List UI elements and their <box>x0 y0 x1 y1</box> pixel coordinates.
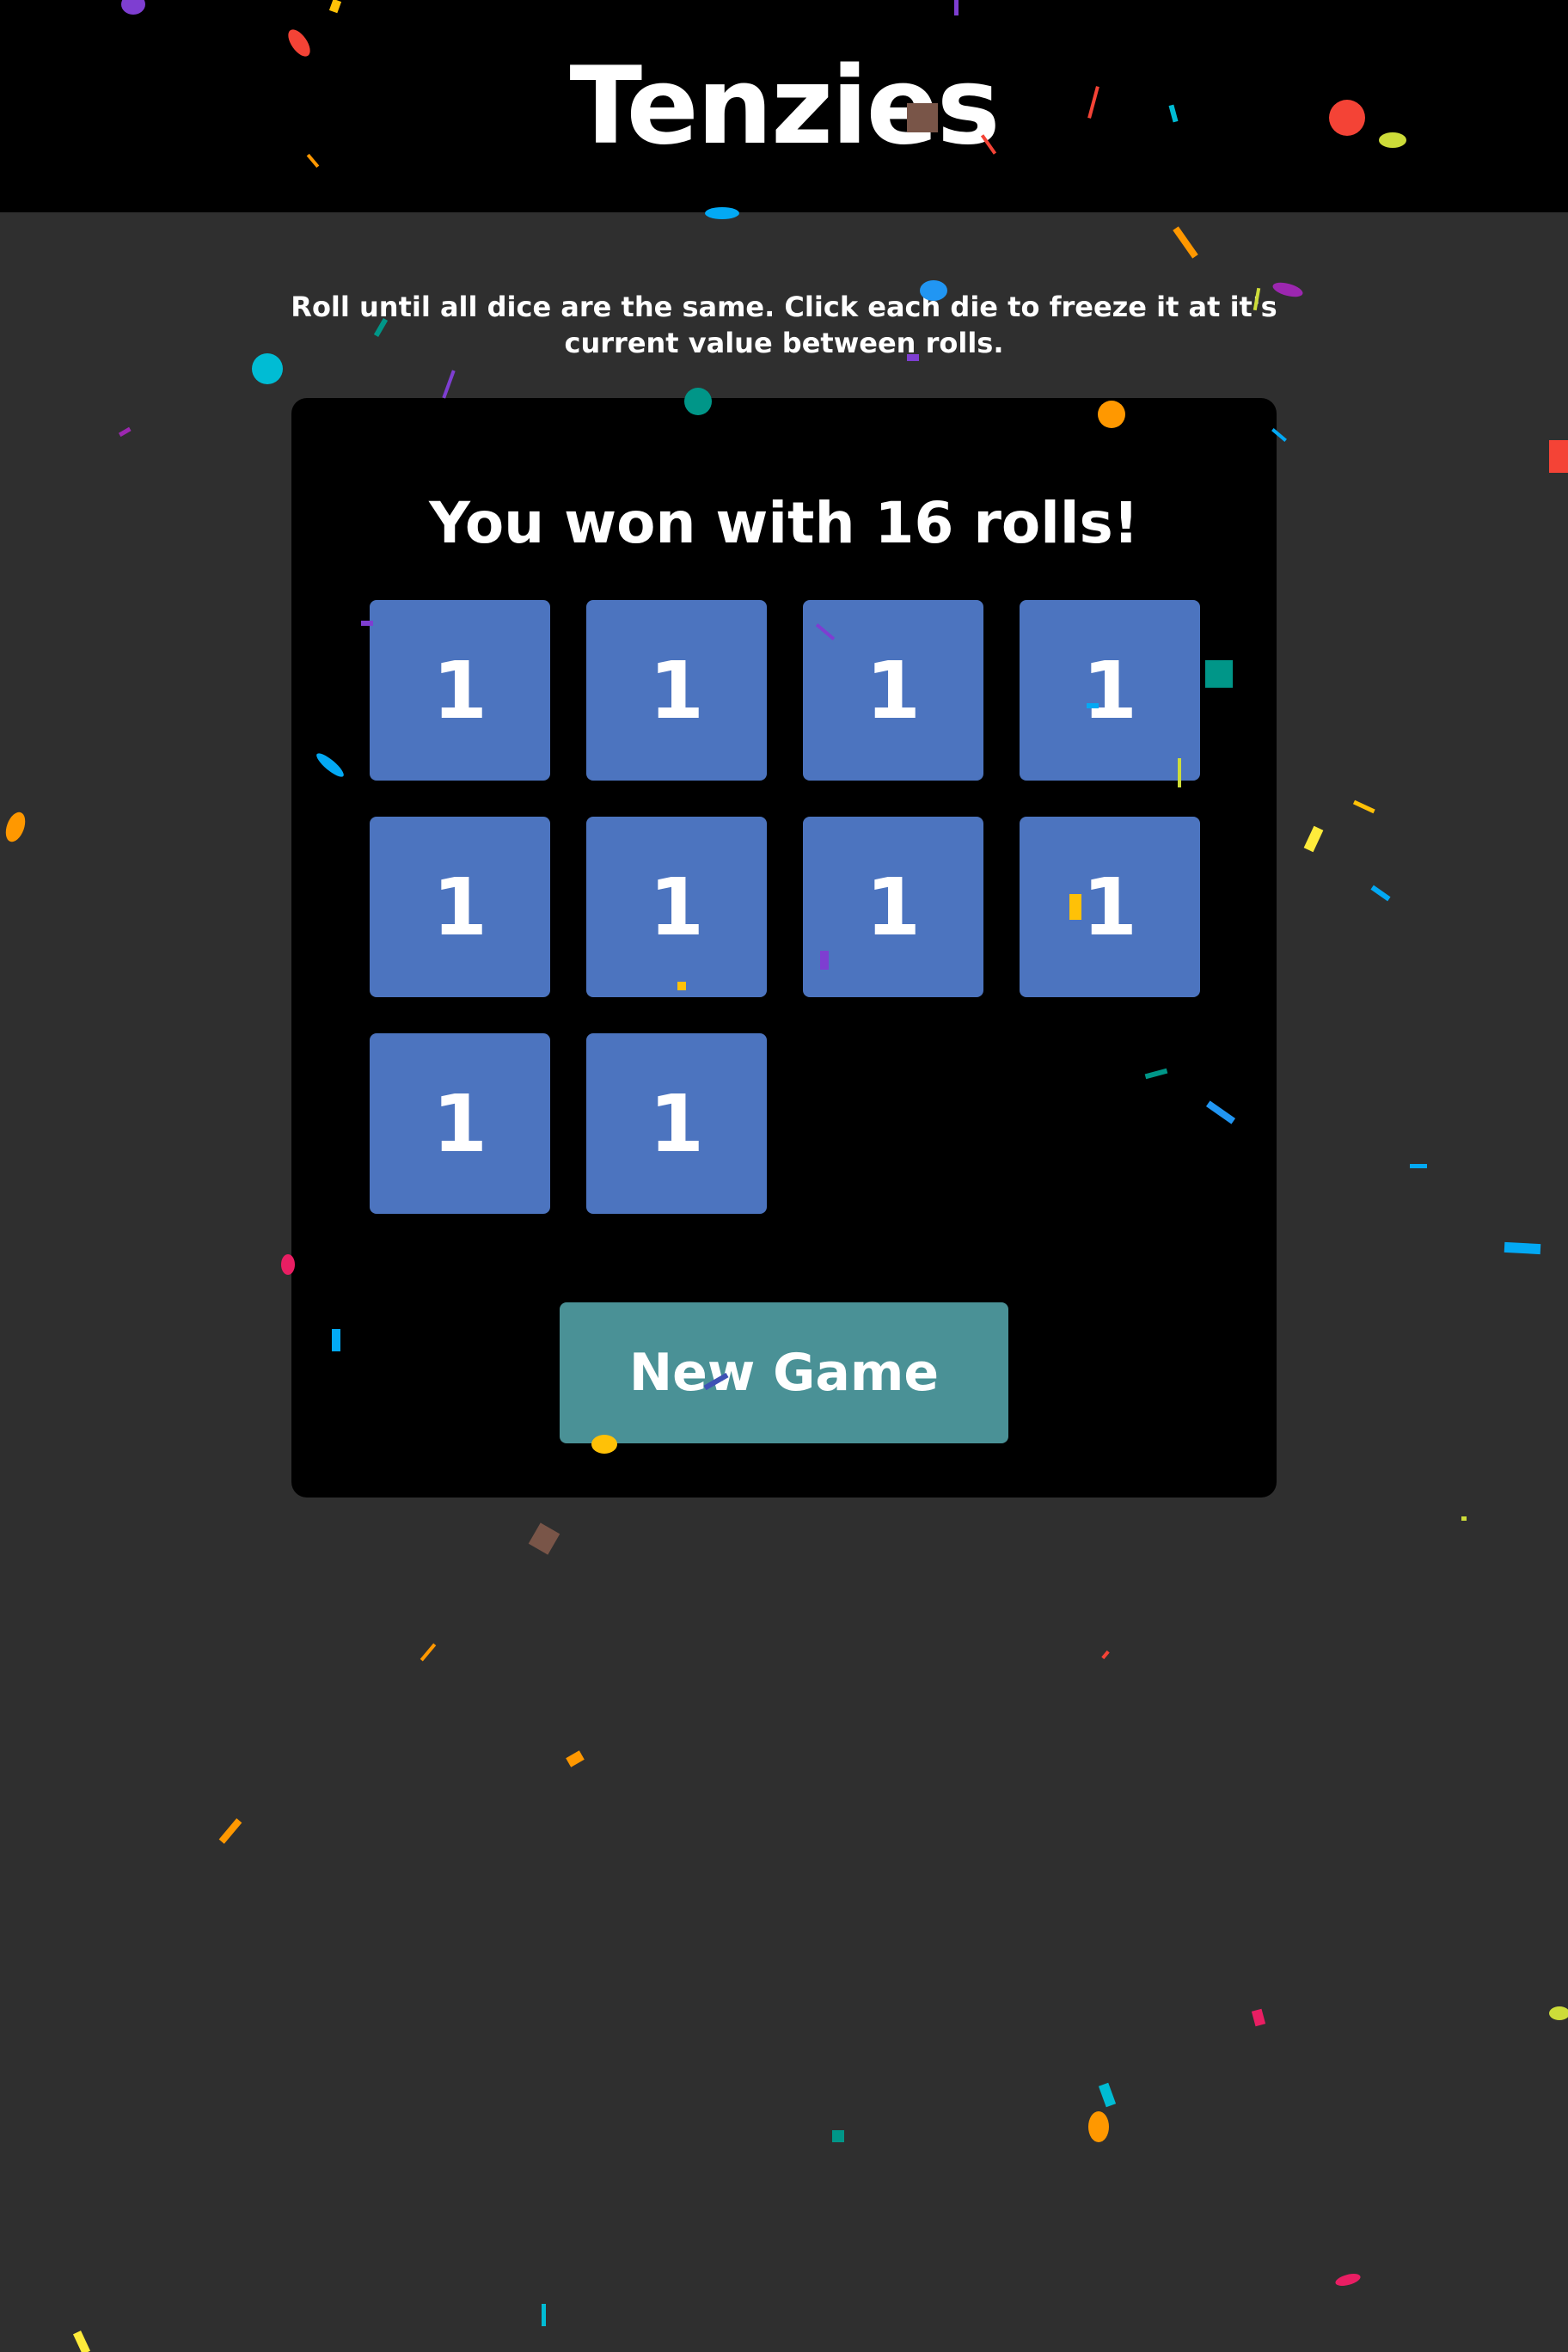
confetti-piece <box>218 1818 242 1844</box>
confetti-piece <box>1251 2008 1266 2027</box>
confetti-piece <box>420 1643 437 1662</box>
die[interactable]: 1 <box>1020 600 1200 781</box>
header-bar: Tenzies <box>0 0 1568 212</box>
confetti-piece <box>566 1750 585 1767</box>
confetti-piece <box>1335 2274 1361 2286</box>
confetti-piece <box>542 2304 546 2326</box>
confetti-piece <box>1549 2006 1568 2020</box>
confetti-piece <box>1101 1650 1110 1660</box>
confetti-piece <box>442 370 456 399</box>
die[interactable]: 1 <box>803 600 983 781</box>
die[interactable]: 1 <box>586 817 767 997</box>
confetti-piece <box>118 426 132 438</box>
die[interactable]: 1 <box>370 817 550 997</box>
confetti-piece <box>528 1522 560 1555</box>
die[interactable]: 1 <box>803 817 983 997</box>
die[interactable]: 1 <box>370 600 550 781</box>
confetti-piece <box>1352 799 1375 814</box>
die[interactable]: 1 <box>370 1033 550 1214</box>
game-board: You won with 16 rolls! 1 1 1 1 1 1 1 1 1… <box>291 398 1277 1498</box>
confetti-piece <box>832 2130 844 2142</box>
die[interactable]: 1 <box>1020 817 1200 997</box>
confetti-piece <box>1410 1164 1427 1168</box>
die[interactable]: 1 <box>586 1033 767 1214</box>
confetti-piece <box>1549 440 1568 473</box>
win-message: You won with 16 rolls! <box>429 490 1139 556</box>
confetti-piece <box>1303 825 1324 853</box>
die[interactable]: 1 <box>586 600 767 781</box>
confetti-piece <box>1098 2082 1117 2108</box>
confetti-piece <box>1173 226 1198 259</box>
instructions-text: Roll until all dice are the same. Click … <box>291 291 1277 359</box>
confetti-piece <box>1461 1516 1467 1521</box>
confetti-piece <box>1370 885 1391 902</box>
new-game-button[interactable]: New Game <box>560 1302 1008 1443</box>
confetti-piece <box>1088 2111 1109 2142</box>
app-title: Tenzies <box>569 44 1000 168</box>
confetti-piece <box>5 812 26 842</box>
confetti-piece <box>252 353 283 384</box>
dice-grid: 1 1 1 1 1 1 1 1 1 1 <box>370 600 1200 1214</box>
confetti-piece <box>72 2331 91 2352</box>
confetti-piece <box>1504 1241 1541 1255</box>
